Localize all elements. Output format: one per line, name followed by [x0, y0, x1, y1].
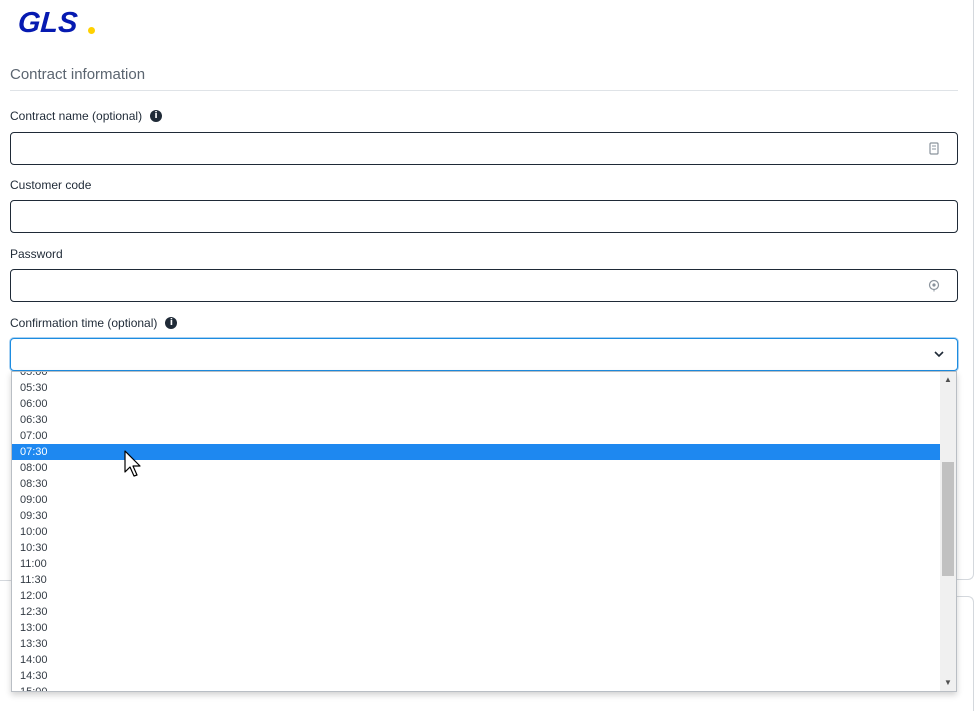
section-divider	[10, 90, 958, 91]
dropdown-options: 05:00 05:30 06:00 06:30 07:00 07:30 08:00 08:30…	[12, 372, 941, 691]
customer-code-input[interactable]	[10, 200, 958, 233]
dropdown-option[interactable]: 06:30	[12, 412, 941, 428]
password-input[interactable]	[10, 269, 958, 302]
password-label-text: Password	[10, 247, 63, 261]
id-card-icon	[929, 142, 939, 155]
chevron-down-icon	[934, 351, 944, 358]
dropdown-option[interactable]: 09:00	[12, 492, 941, 508]
dropdown-option[interactable]: 12:30	[12, 604, 941, 620]
dropdown-option[interactable]: 08:00	[12, 460, 941, 476]
dropdown-option[interactable]: 06:00	[12, 396, 941, 412]
dropdown-option[interactable]: 11:00	[12, 556, 941, 572]
eye-icon[interactable]	[928, 279, 940, 292]
contract-name-label: Contract name (optional) i	[10, 109, 163, 123]
page: GLS Contract information Contract name (…	[0, 0, 980, 711]
dropdown-option[interactable]: 15:00	[12, 684, 941, 691]
scroll-up-arrow-icon[interactable]: ▲	[944, 376, 952, 384]
dropdown-option[interactable]: 08:30	[12, 476, 941, 492]
dropdown-option[interactable]: 14:30	[12, 668, 941, 684]
dropdown-option[interactable]: 10:30	[12, 540, 941, 556]
customer-code-label: Customer code	[10, 178, 91, 192]
logo-dot	[88, 27, 95, 34]
dropdown-option[interactable]: 13:30	[12, 636, 941, 652]
contract-name-label-text: Contract name (optional)	[10, 109, 143, 123]
confirmation-time-select[interactable]	[10, 338, 958, 371]
dropdown-option[interactable]: 05:00	[12, 372, 941, 380]
dropdown-option-selected[interactable]: 07:30	[12, 444, 941, 460]
contract-name-input[interactable]	[10, 132, 958, 165]
dropdown-option[interactable]: 10:00	[12, 524, 941, 540]
info-icon[interactable]: i	[150, 110, 163, 122]
dropdown-option[interactable]: 13:00	[12, 620, 941, 636]
dropdown-option[interactable]: 05:30	[12, 380, 941, 396]
dropdown-scrollbar[interactable]: ▲ ▼	[940, 372, 956, 691]
mouse-cursor-icon	[124, 450, 141, 477]
confirmation-time-label-text: Confirmation time (optional)	[10, 316, 158, 330]
section-title: Contract information	[10, 66, 146, 83]
dropdown-option[interactable]: 11:30	[12, 572, 941, 588]
dropdown-option[interactable]: 14:00	[12, 652, 941, 668]
scroll-down-arrow-icon[interactable]: ▼	[944, 679, 952, 687]
dropdown-option[interactable]: 12:00	[12, 588, 941, 604]
customer-code-label-text: Customer code	[10, 178, 92, 192]
info-icon[interactable]: i	[165, 317, 178, 329]
password-label: Password	[10, 247, 63, 261]
dropdown-option[interactable]: 07:00	[12, 428, 941, 444]
confirmation-time-label: Confirmation time (optional) i	[10, 316, 178, 330]
gls-logo: GLS	[16, 7, 79, 39]
dropdown-option[interactable]: 09:30	[12, 508, 941, 524]
time-dropdown-list[interactable]: 05:00 05:30 06:00 06:30 07:00 07:30 08:00 08:30…	[11, 371, 957, 692]
scrollbar-thumb[interactable]	[942, 462, 954, 576]
